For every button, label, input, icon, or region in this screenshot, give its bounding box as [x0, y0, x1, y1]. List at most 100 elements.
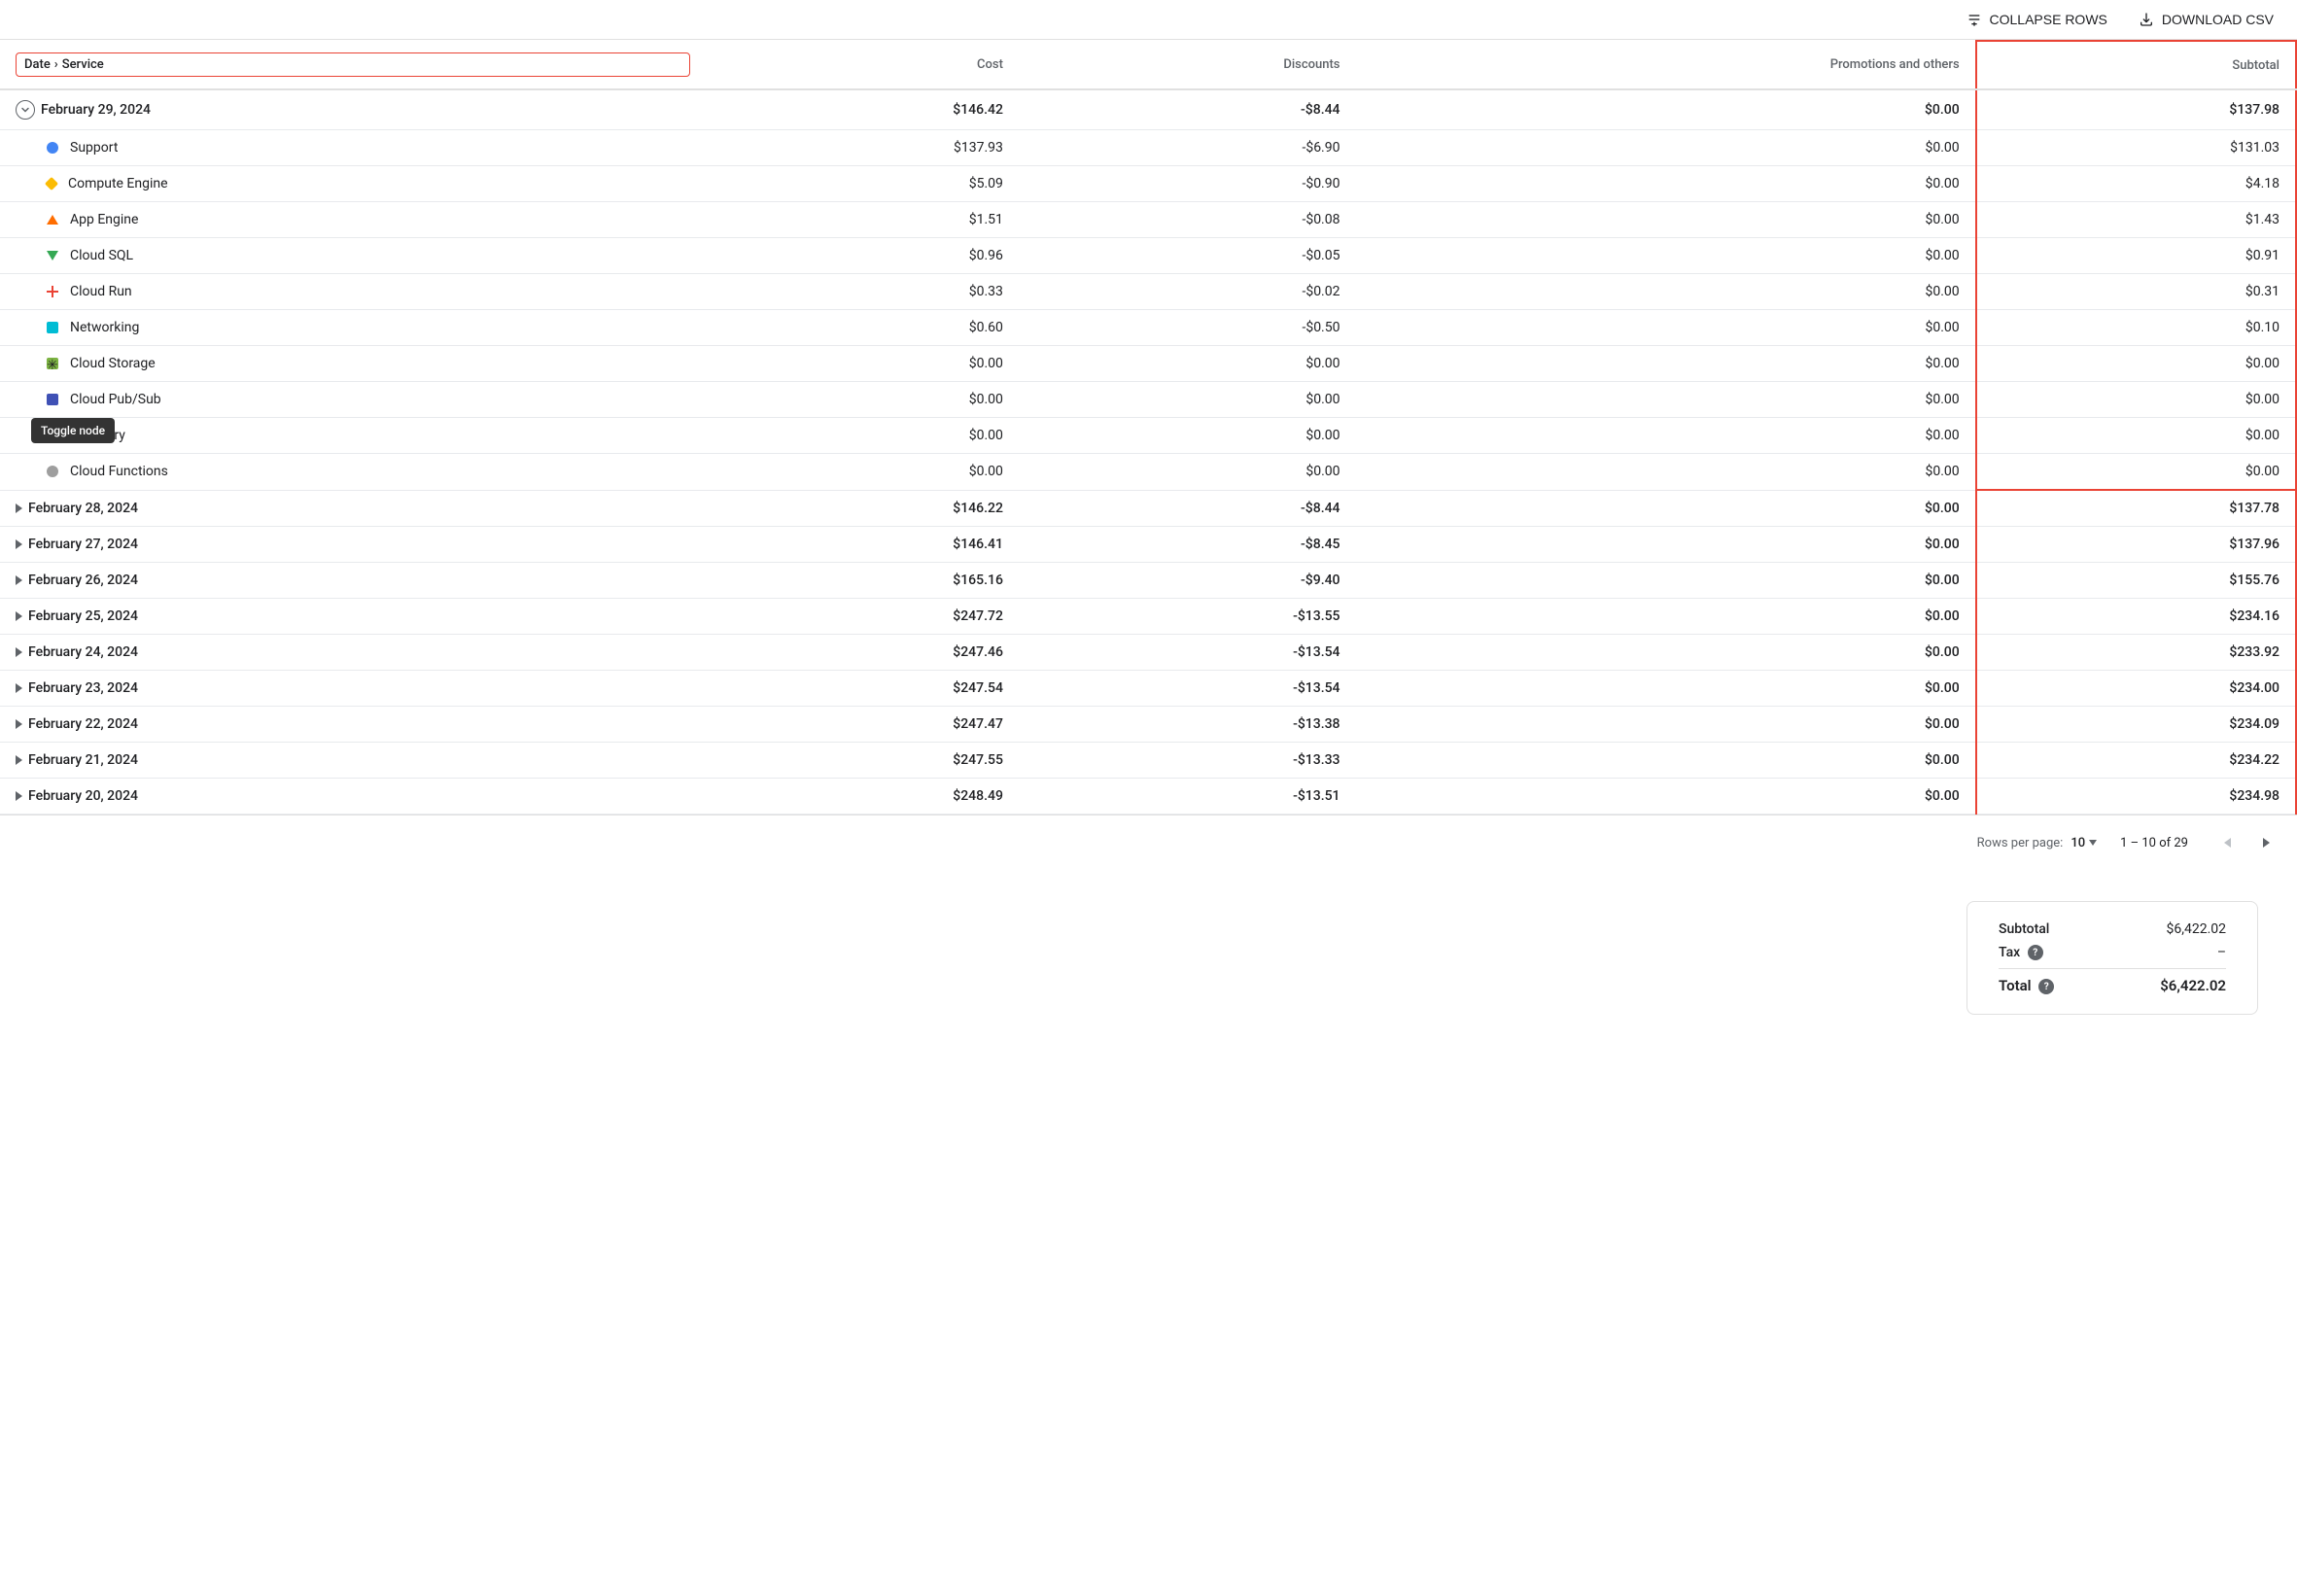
- expand-row-button[interactable]: [16, 503, 22, 513]
- promotions-cell: $0.00: [1356, 743, 1976, 779]
- summary-box: Subtotal $6,422.02 Tax ? – Total ? $6,42…: [1966, 901, 2258, 1015]
- date-cell: February 20, 2024: [0, 779, 706, 815]
- discounts-cell: $0.00: [1019, 346, 1356, 382]
- expand-row-button[interactable]: [16, 611, 22, 621]
- table-row: February 21, 2024 $247.55 -$13.33 $0.00 …: [0, 743, 2296, 779]
- table-row: Cloud Functions $0.00 $0.00 $0.00 $0.00: [0, 454, 2296, 491]
- collapse-rows-button[interactable]: COLLAPSE ROWS: [1966, 12, 2107, 27]
- date-label: February 24, 2024: [28, 644, 138, 660]
- service-icon: [47, 142, 58, 154]
- toggle-expand-button[interactable]: [16, 100, 35, 120]
- subtotal-cell: $0.10: [1976, 310, 2296, 346]
- expand-row-button[interactable]: [16, 683, 22, 693]
- subtotal-cell: $0.00: [1976, 346, 2296, 382]
- cost-cell: $247.72: [706, 599, 1019, 635]
- cost-cell: $0.33: [706, 274, 1019, 310]
- table-row: February 28, 2024 $146.22 -$8.44 $0.00 $…: [0, 490, 2296, 527]
- download-csv-button[interactable]: DOWNLOAD CSV: [2139, 12, 2274, 27]
- table-row: Compute Engine $5.09 -$0.90 $0.00 $4.18: [0, 166, 2296, 202]
- discounts-cell: -$0.50: [1019, 310, 1356, 346]
- discounts-cell: -$0.08: [1019, 202, 1356, 238]
- expand-row-button[interactable]: [16, 539, 22, 549]
- table-row: February 26, 2024 $165.16 -$9.40 $0.00 $…: [0, 563, 2296, 599]
- service-name-label: Support: [70, 140, 118, 156]
- discounts-cell: -$0.90: [1019, 166, 1356, 202]
- table-row: Cloud Run $0.33 -$0.02 $0.00 $0.31: [0, 274, 2296, 310]
- rows-per-page-dropdown-icon: [2089, 840, 2097, 846]
- table-row: February 20, 2024 $248.49 -$13.51 $0.00 …: [0, 779, 2296, 815]
- summary-subtotal-row: Subtotal $6,422.02: [1999, 921, 2226, 937]
- discounts-cell: -$8.45: [1019, 527, 1356, 563]
- rows-per-page-select[interactable]: 10: [2071, 836, 2097, 850]
- date-cell: February 27, 2024: [0, 527, 706, 563]
- toggle-node-tooltip: Toggle node: [31, 418, 115, 443]
- promotions-cell: $0.00: [1356, 382, 1976, 418]
- subtotal-cell: $234.16: [1976, 599, 2296, 635]
- subtotal-cell: $131.03: [1976, 130, 2296, 166]
- table-row: February 22, 2024 $247.47 -$13.38 $0.00 …: [0, 707, 2296, 743]
- promotions-cell: $0.00: [1356, 635, 1976, 671]
- subtotal-cell: $234.22: [1976, 743, 2296, 779]
- service-icon: [47, 322, 58, 333]
- cost-cell: $0.00: [706, 418, 1019, 454]
- expand-row-button[interactable]: [16, 719, 22, 729]
- summary-subtotal-value: $6,422.02: [2166, 921, 2226, 937]
- service-name-cell: Cloud SQL: [0, 238, 706, 274]
- expand-row-button[interactable]: [16, 647, 22, 657]
- cost-cell: $247.46: [706, 635, 1019, 671]
- summary-divider: [1999, 968, 2226, 969]
- prev-icon: [2224, 838, 2231, 848]
- cost-cell: $5.09: [706, 166, 1019, 202]
- collapse-rows-label: COLLAPSE ROWS: [1990, 12, 2107, 27]
- top-toolbar: COLLAPSE ROWS DOWNLOAD CSV: [0, 0, 2297, 40]
- service-name-cell: Cloud Run: [0, 274, 706, 310]
- service-name-cell: ✳ Cloud Storage: [0, 346, 706, 382]
- promotions-cell: $0.00: [1356, 671, 1976, 707]
- expand-row-button[interactable]: [16, 755, 22, 765]
- promotions-cell: $0.00: [1356, 490, 1976, 527]
- service-icon: [45, 177, 58, 191]
- pagination-prev-button[interactable]: [2211, 827, 2243, 858]
- date-label: February 20, 2024: [28, 788, 138, 804]
- discounts-cell: $0.00: [1019, 418, 1356, 454]
- table-row: Networking $0.60 -$0.50 $0.00 $0.10: [0, 310, 2296, 346]
- service-name-cell: Cloud Pub/Sub: [0, 382, 706, 418]
- cost-cell: $247.54: [706, 671, 1019, 707]
- summary-subtotal-label: Subtotal: [1999, 921, 2049, 937]
- cost-cell-feb29: $146.42: [706, 89, 1019, 130]
- table-row: ✳ Cloud Storage $0.00 $0.00 $0.00 $0.00: [0, 346, 2296, 382]
- date-label: February 23, 2024: [28, 680, 138, 696]
- subtotal-cell: $0.00: [1976, 454, 2296, 491]
- service-name-cell: Compute Engine: [0, 166, 706, 202]
- cost-cell: $248.49: [706, 779, 1019, 815]
- promotions-cell: $0.00: [1356, 707, 1976, 743]
- expand-row-button[interactable]: [16, 791, 22, 801]
- cost-cell: $146.22: [706, 490, 1019, 527]
- cost-cell: $0.00: [706, 382, 1019, 418]
- pagination-next-button[interactable]: [2250, 827, 2281, 858]
- discounts-cell: -$13.54: [1019, 671, 1356, 707]
- table-row: February 24, 2024 $247.46 -$13.54 $0.00 …: [0, 635, 2296, 671]
- breadcrumb-text: Date: [24, 57, 51, 72]
- subtotal-cell: $233.92: [1976, 635, 2296, 671]
- table-header-row: Date › Service Cost Discounts Promotions…: [0, 41, 2296, 89]
- total-help-icon[interactable]: ?: [2038, 979, 2054, 994]
- subtotal-cell: $0.00: [1976, 382, 2296, 418]
- tax-help-icon[interactable]: ?: [2028, 945, 2043, 960]
- subtotal-cell: $155.76: [1976, 563, 2296, 599]
- date-cell: February 21, 2024: [0, 743, 706, 779]
- cost-cell: $247.55: [706, 743, 1019, 779]
- subtotal-cell: $137.96: [1976, 527, 2296, 563]
- subtotal-cell: $1.43: [1976, 202, 2296, 238]
- date-label: February 26, 2024: [28, 572, 138, 588]
- promotions-cell: $0.00: [1356, 454, 1976, 491]
- service-name-label: Cloud Run: [70, 284, 132, 299]
- expand-row-button[interactable]: [16, 575, 22, 585]
- download-csv-label: DOWNLOAD CSV: [2162, 12, 2274, 27]
- promotions-cell-feb29: $0.00: [1356, 89, 1976, 130]
- rows-per-page-label: Rows per page:: [1977, 836, 2064, 850]
- date-cell: February 22, 2024: [0, 707, 706, 743]
- cost-cell: $1.51: [706, 202, 1019, 238]
- discounts-cell: -$13.54: [1019, 635, 1356, 671]
- promotions-cell: $0.00: [1356, 238, 1976, 274]
